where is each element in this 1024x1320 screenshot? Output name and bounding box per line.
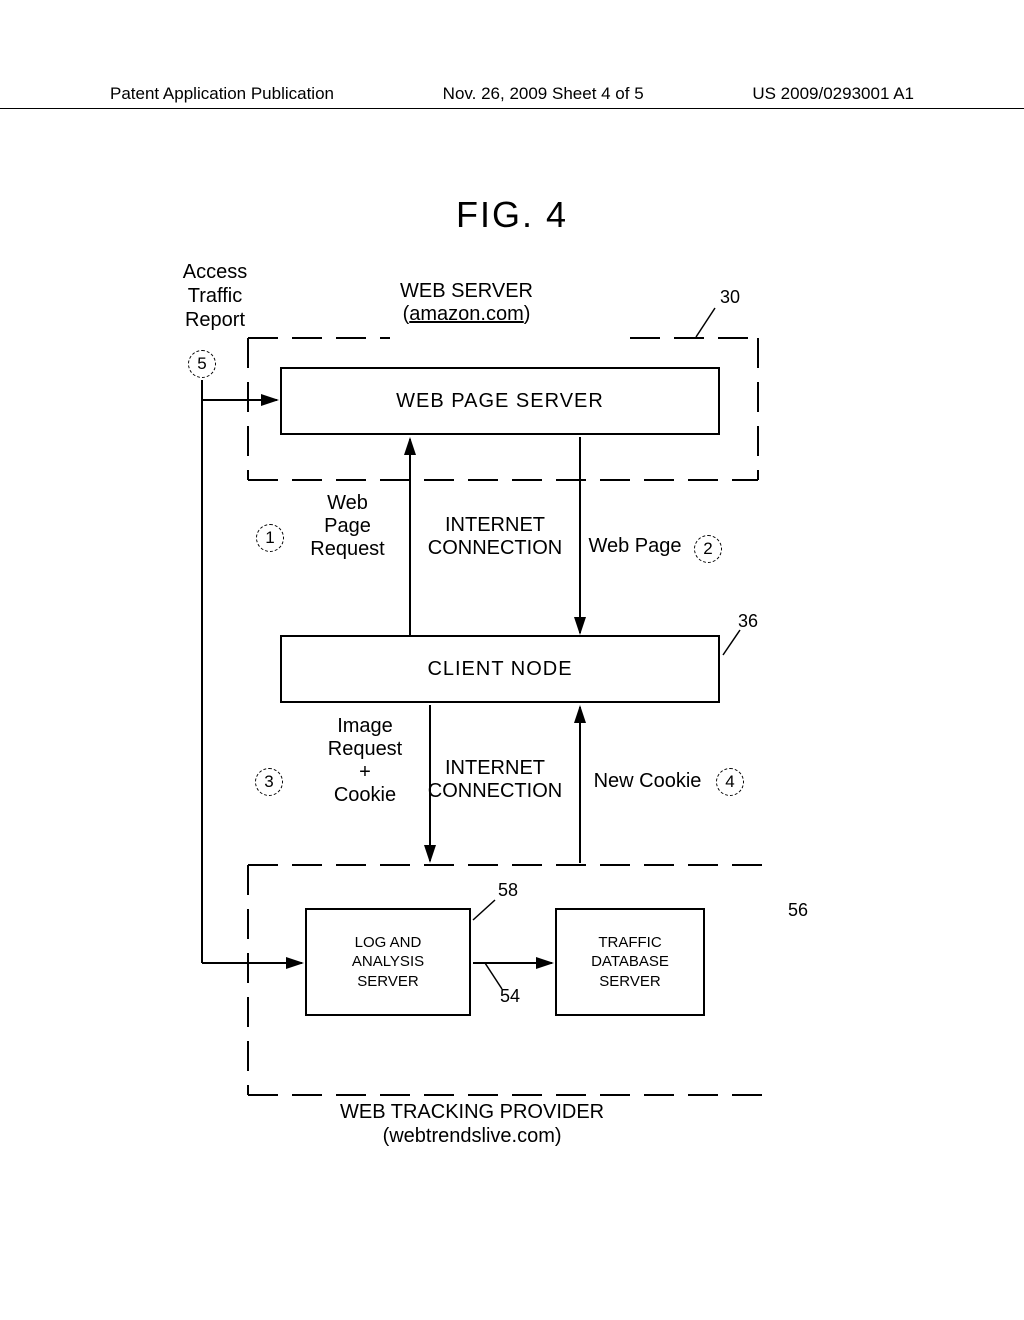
step-3-circle: 3	[255, 768, 283, 796]
image-request-cookie-label: ImageRequest+Cookie	[310, 715, 420, 807]
web-server-title-line2: (amazon.com)	[400, 303, 533, 326]
web-server-title-domain: amazon.com	[409, 303, 524, 325]
ref-56: 56	[788, 900, 808, 921]
ref-36: 36	[738, 611, 758, 632]
internet-connection-1-label: INTERNETCONNECTION	[410, 514, 580, 560]
diagram: AccessTrafficReport 5 1 2 3 4 WEB SERVER…	[150, 260, 770, 1210]
web-page-server-box: WEB PAGE SERVER	[280, 367, 720, 435]
tracking-provider-title: WEB TRACKING PROVIDER (webtrendslive.com…	[340, 1100, 604, 1148]
header: Patent Application Publication Nov. 26, …	[0, 84, 1024, 104]
ref-30: 30	[720, 287, 740, 308]
access-traffic-report-label: AccessTrafficReport	[170, 260, 260, 332]
step-5-circle: 5	[188, 350, 216, 378]
ref-58: 58	[498, 880, 518, 901]
web-page-label: Web Page	[585, 535, 685, 558]
header-center: Nov. 26, 2009 Sheet 4 of 5	[443, 84, 644, 104]
step-4-circle: 4	[716, 768, 744, 796]
web-server-title-line1: WEB SERVER	[400, 280, 533, 303]
step-2-circle: 2	[694, 535, 722, 563]
figure-title: FIG. 4	[0, 194, 1024, 236]
traffic-database-server-box: TRAFFICDATABASESERVER	[555, 908, 705, 1016]
tracking-provider-line1: WEB TRACKING PROVIDER	[340, 1100, 604, 1124]
internet-connection-2-label: INTERNETCONNECTION	[410, 757, 580, 803]
log-analysis-server-box: LOG ANDANALYSISSERVER	[305, 908, 471, 1016]
step-1-circle: 1	[256, 524, 284, 552]
header-rule	[0, 108, 1024, 109]
ref-54: 54	[500, 986, 520, 1007]
web-server-title: WEB SERVER (amazon.com)	[400, 280, 533, 326]
web-page-request-label: WebPageRequest	[295, 492, 400, 561]
new-cookie-label: New Cookie	[585, 770, 710, 793]
header-left: Patent Application Publication	[110, 84, 334, 104]
header-right: US 2009/0293001 A1	[752, 84, 914, 104]
client-node-box: CLIENT NODE	[280, 635, 720, 703]
tracking-provider-line2: (webtrendslive.com)	[340, 1124, 604, 1148]
